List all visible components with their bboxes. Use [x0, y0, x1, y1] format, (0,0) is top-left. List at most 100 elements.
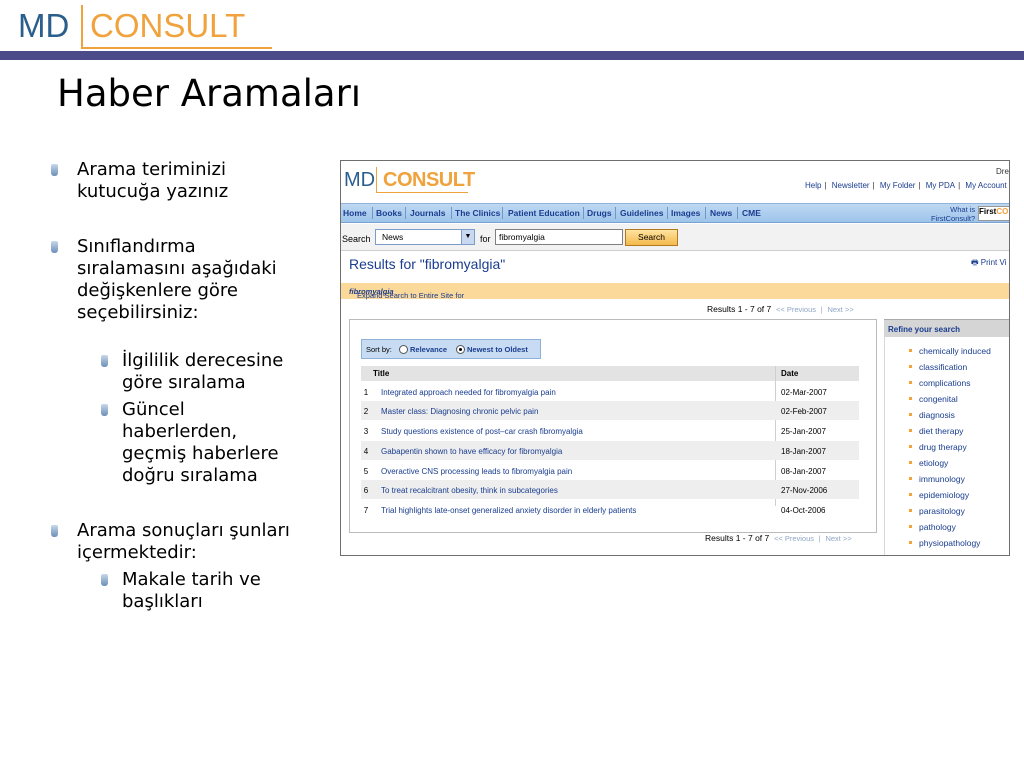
- printer-icon: 🖶: [971, 258, 979, 267]
- bullet-icon: [909, 461, 912, 464]
- refine-item[interactable]: diagnosis: [919, 410, 955, 420]
- chevron-down-icon: ▼: [461, 230, 474, 244]
- for-label: for: [480, 234, 491, 244]
- article-date: 02-Feb-2007: [781, 407, 827, 416]
- nav-guidelines[interactable]: Guidelines: [620, 208, 663, 218]
- refine-item[interactable]: parasitology: [919, 506, 965, 516]
- what-is-firstconsult-link[interactable]: What is FirstConsult?: [931, 205, 975, 223]
- previous-link[interactable]: << Previous: [776, 305, 816, 314]
- main-nav: Home Books Journals The Clinics Patient …: [341, 203, 1009, 223]
- firstconsult-badge[interactable]: FirstCO: [978, 206, 1009, 221]
- article-link[interactable]: Master class: Diagnosing chronic pelvic …: [381, 407, 538, 416]
- pager-text: Results 1 - 7 of 7: [705, 533, 770, 543]
- sort-newest-radio[interactable]: [456, 345, 465, 354]
- nav-separator: [583, 207, 584, 219]
- help-link[interactable]: Help: [805, 181, 821, 190]
- refine-item[interactable]: immunology: [919, 474, 965, 484]
- next-link[interactable]: Next >>: [825, 534, 851, 543]
- what-is-line2: FirstConsult?: [931, 214, 976, 223]
- refine-item[interactable]: diet therapy: [919, 426, 963, 436]
- search-term: fibromyalgia: [499, 232, 545, 242]
- refine-item[interactable]: epidemiology: [919, 490, 969, 500]
- search-button[interactable]: Search: [625, 229, 678, 246]
- bullet-icon: [909, 365, 912, 368]
- article-date: 08-Jan-2007: [781, 467, 826, 476]
- refine-item[interactable]: classification: [919, 362, 967, 372]
- refine-item[interactable]: etiology: [919, 458, 948, 468]
- table-row: 5 Overactive CNS processing leads to fib…: [361, 461, 859, 480]
- bullet-line: sıralamasını aşağıdaki: [77, 258, 277, 279]
- search-category-select[interactable]: News ▼: [375, 229, 475, 245]
- nav-separator: [705, 207, 706, 219]
- bullet-line: seçebilirsiniz:: [77, 302, 199, 323]
- pager-separator: |: [818, 534, 821, 543]
- row-number: 5: [363, 467, 369, 476]
- refine-item[interactable]: drug therapy: [919, 442, 967, 452]
- bullet-icon: [909, 413, 912, 416]
- sort-relevance-radio[interactable]: [399, 345, 408, 354]
- article-link[interactable]: Overactive CNS processing leads to fibro…: [381, 467, 572, 476]
- row-number: 3: [363, 427, 369, 436]
- row-number: 6: [363, 486, 369, 495]
- article-link[interactable]: Trial highlights late-onset generalized …: [381, 506, 636, 515]
- row-number: 2: [363, 407, 369, 416]
- search-bar: Search News ▼ for fibromyalgia Search: [341, 224, 1009, 251]
- my-pda-link[interactable]: My PDA: [926, 181, 955, 190]
- slide-title: Haber Aramaları: [57, 72, 362, 115]
- bullet-icon: [909, 381, 912, 384]
- refine-item[interactable]: pathology: [919, 522, 956, 532]
- title-column-header: Title: [373, 369, 390, 378]
- article-date: 27-Nov-2006: [781, 486, 828, 495]
- pager-bottom: Results 1 - 7 of 7 << Previous | Next >>: [705, 533, 852, 543]
- bullet-icon: [909, 509, 912, 512]
- next-link[interactable]: Next >>: [827, 305, 853, 314]
- article-link[interactable]: Study questions existence of post–car cr…: [381, 427, 583, 436]
- bullet-icon: [51, 241, 58, 253]
- refine-search-list: chemically induced classification compli…: [884, 337, 1009, 555]
- selected-category: News: [382, 232, 404, 242]
- refine-item[interactable]: complications: [919, 378, 971, 388]
- refine-item[interactable]: congenital: [919, 394, 958, 404]
- bullet-line: İlgililik derecesine: [122, 350, 284, 371]
- article-link[interactable]: Integrated approach needed for fibromyal…: [381, 388, 556, 397]
- table-row: 4 Gabapentin shown to have efficacy for …: [361, 441, 859, 460]
- bullet-line: haberlerden,: [122, 421, 238, 442]
- nav-journals[interactable]: Journals: [410, 208, 445, 218]
- badge-co: CO: [996, 207, 1009, 216]
- print-view-link[interactable]: 🖶 Print Vi: [971, 257, 1006, 271]
- nav-books[interactable]: Books: [376, 208, 402, 218]
- nav-patient-education[interactable]: Patient Education: [508, 208, 580, 218]
- nav-images[interactable]: Images: [671, 208, 700, 218]
- sub-bullet-1: İlgililik derecesine göre sıralama: [122, 350, 283, 394]
- bullet-1: Arama teriminizi kutucuğa yazınız: [77, 159, 228, 203]
- logo-underline: [81, 47, 272, 49]
- search-input[interactable]: fibromyalgia: [495, 229, 623, 245]
- refine-item[interactable]: physiopathology: [919, 538, 980, 548]
- nav-news[interactable]: News: [710, 208, 732, 218]
- sub-bullet-icon: [101, 355, 108, 367]
- bullet-line: Makale tarih ve: [122, 569, 261, 590]
- my-folder-link[interactable]: My Folder: [880, 181, 916, 190]
- nav-cme[interactable]: CME: [742, 208, 761, 218]
- table-row: 2 Master class: Diagnosing chronic pelvi…: [361, 401, 859, 420]
- nav-home[interactable]: Home: [343, 208, 367, 218]
- sort-relevance-label[interactable]: Relevance: [410, 345, 447, 354]
- pager-top: Results 1 - 7 of 7 << Previous | Next >>: [707, 304, 854, 314]
- my-account-link[interactable]: My Account: [965, 181, 1006, 190]
- refine-item[interactable]: chemically induced: [919, 346, 991, 356]
- results-panel: Sort by: Relevance Newest to Oldest Titl…: [349, 319, 877, 533]
- refine-title: Refine your search: [888, 325, 961, 334]
- bullet-line: içermektedir:: [77, 542, 197, 563]
- top-links: Help | Newsletter | My Folder | My PDA | My …: [805, 181, 1007, 190]
- expand-search-bar[interactable]: Expand Search to Entire Site for fibromy…: [341, 283, 1009, 300]
- article-link[interactable]: To treat recalcitrant obesity, think in …: [381, 486, 558, 495]
- sort-newest-label[interactable]: Newest to Oldest: [467, 345, 528, 354]
- previous-link[interactable]: << Previous: [774, 534, 814, 543]
- bullet-icon: [909, 541, 912, 544]
- newsletter-link[interactable]: Newsletter: [832, 181, 870, 190]
- nav-separator: [615, 207, 616, 219]
- what-is-line1: What is: [950, 205, 976, 214]
- nav-drugs[interactable]: Drugs: [587, 208, 612, 218]
- nav-the-clinics[interactable]: The Clinics: [455, 208, 500, 218]
- article-link[interactable]: Gabapentin shown to have efficacy for fi…: [381, 447, 562, 456]
